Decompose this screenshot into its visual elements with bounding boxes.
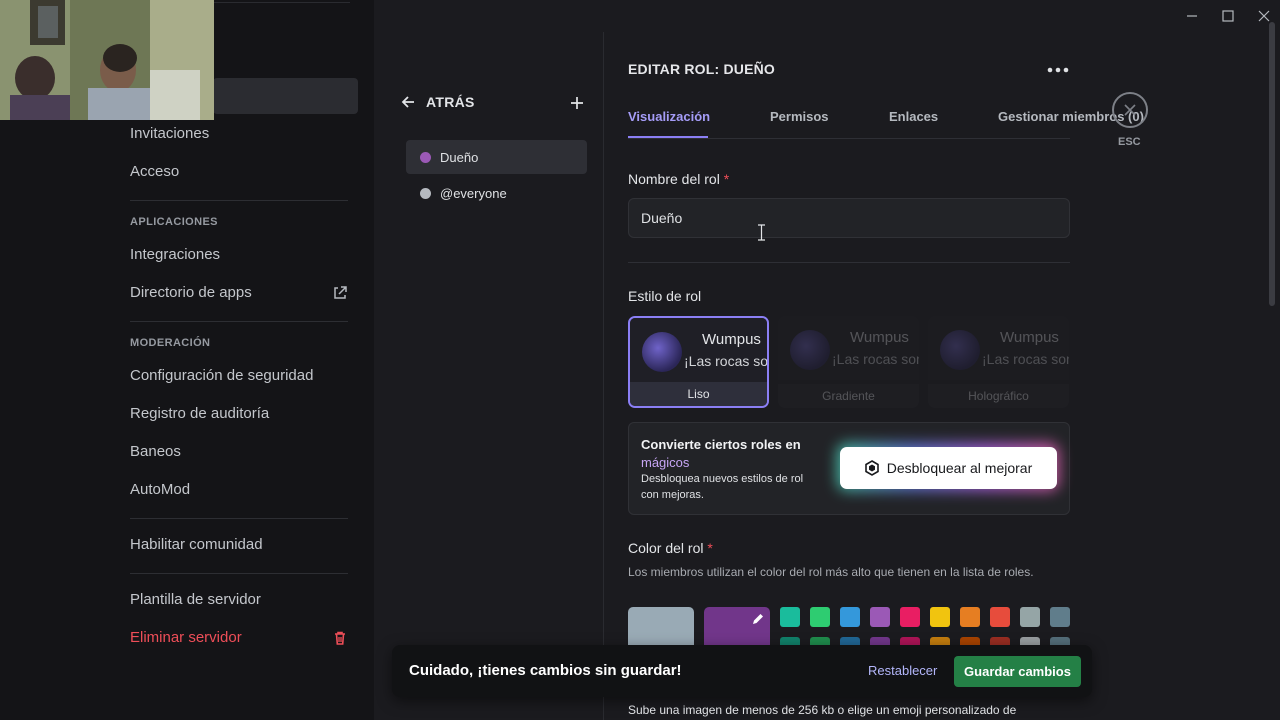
promo-title-text: Convierte ciertos roles en [641, 437, 801, 452]
unsaved-message: Cuidado, ¡tienes cambios sin guardar! [409, 662, 682, 679]
color-swatch[interactable] [1020, 607, 1040, 627]
pencil-icon [753, 614, 763, 624]
role-name-label-text: Nombre del rol [628, 171, 720, 187]
sidebar-item-invitations[interactable]: Invitaciones [130, 125, 209, 142]
required-mark: * [723, 171, 730, 187]
trash-icon[interactable] [332, 630, 348, 646]
style-option-label: Gradiente [778, 384, 919, 408]
role-name: Dueño [440, 149, 479, 165]
sidebar-item-server-template[interactable]: Plantilla de servidor [130, 591, 261, 608]
preview-message: ¡Las rocas son m [982, 351, 1069, 367]
text-cursor-icon [758, 224, 765, 241]
tab-links[interactable]: Enlaces [889, 109, 938, 124]
sidebar-divider [130, 518, 348, 519]
color-swatch[interactable] [780, 607, 800, 627]
role-color-description: Los miembros utilizan el color del rol m… [628, 565, 1034, 579]
back-label: ATRÁS [426, 94, 475, 110]
role-color-dot [420, 187, 431, 199]
sidebar-divider [130, 573, 348, 574]
sidebar-item-audit-log[interactable]: Registro de auditoría [130, 405, 269, 422]
wumpus-avatar [940, 330, 980, 370]
role-icon-hint: Sube una imagen de menos de 256 kb o eli… [628, 703, 1017, 717]
color-swatch[interactable] [810, 607, 830, 627]
sidebar-item-delete-server[interactable]: Eliminar servidor [130, 629, 242, 646]
webcam-overlay [0, 0, 214, 120]
sidebar-item-integrations[interactable]: Integraciones [130, 246, 220, 263]
active-tab-indicator [628, 136, 708, 138]
maximize-icon[interactable] [1220, 8, 1236, 24]
color-swatch[interactable] [930, 607, 950, 627]
boost-promo-card: Convierte ciertos roles en mágicos Desbl… [628, 422, 1070, 515]
save-changes-button[interactable]: Guardar cambios [954, 656, 1081, 687]
sidebar-item-access[interactable]: Acceso [130, 163, 179, 180]
sidebar-item-enable-community[interactable]: Habilitar comunidad [130, 536, 263, 553]
unsaved-changes-bar: Cuidado, ¡tienes cambios sin guardar! Re… [392, 645, 1092, 697]
role-color-dot [420, 151, 431, 163]
sidebar-item-safety-setup[interactable]: Configuración de seguridad [130, 367, 313, 384]
color-swatch[interactable] [870, 607, 890, 627]
sidebar-item-automod[interactable]: AutoMod [130, 481, 190, 498]
unlock-button-label: Desbloquear al mejorar [886, 460, 1033, 476]
boost-gem-icon [864, 460, 879, 476]
sidebar-divider [213, 2, 350, 3]
style-option-label: Holográfico [928, 384, 1069, 408]
minimize-icon[interactable] [1184, 8, 1200, 24]
promo-title-magic: mágicos [641, 455, 690, 470]
tab-display[interactable]: Visualización [628, 109, 710, 124]
preview-username: Wumpus [702, 331, 761, 348]
preview-username: Wumpus [1000, 329, 1059, 346]
color-swatch[interactable] [960, 607, 980, 627]
preview-message: ¡Las rocas son m [684, 353, 769, 369]
more-options-icon[interactable] [1045, 60, 1071, 80]
style-preview: Wumpus ¡Las rocas son m [630, 318, 767, 382]
sidebar-item-bans[interactable]: Baneos [130, 443, 181, 460]
external-link-icon [334, 286, 347, 299]
color-swatch[interactable] [990, 607, 1010, 627]
close-button[interactable] [1112, 92, 1148, 128]
promo-subtitle: Desbloquea nuevos estilos de rol con mej… [641, 473, 804, 501]
role-color-label: Color del rol * [628, 540, 713, 556]
role-color-label-text: Color del rol [628, 540, 704, 556]
add-role-icon[interactable] [568, 94, 586, 112]
section-divider [628, 262, 1070, 263]
sidebar-section-apps: APLICACIONES [130, 216, 218, 228]
unlock-with-boost-button[interactable]: Desbloquear al mejorar [840, 447, 1057, 489]
required-mark: * [707, 540, 713, 556]
webcam-image [0, 0, 214, 120]
arrow-left-icon [401, 96, 414, 108]
role-name: @everyone [440, 185, 507, 201]
style-preview: Wumpus ¡Las rocas son m [778, 316, 919, 380]
style-preview: Wumpus ¡Las rocas son m [928, 316, 1069, 380]
editor-tabs: Visualización Permisos Enlaces Gestionar… [628, 108, 1144, 139]
role-style-label: Estilo de rol [628, 288, 702, 304]
page-title: EDITAR ROL: DUEÑO [628, 61, 776, 77]
color-swatch[interactable] [1050, 607, 1070, 627]
reset-button[interactable]: Restablecer [868, 663, 937, 678]
preview-message: ¡Las rocas son m [832, 351, 919, 367]
esc-label: ESC [1118, 136, 1141, 148]
role-list-item[interactable]: Dueño [406, 140, 587, 174]
promo-title: Convierte ciertos roles en mágicos [641, 436, 821, 472]
sidebar-item-roles-selected[interactable] [213, 78, 358, 114]
style-option-solid[interactable]: Wumpus ¡Las rocas son m Liso [628, 316, 769, 408]
color-swatch[interactable] [840, 607, 860, 627]
scrollbar[interactable] [1269, 22, 1275, 306]
style-option-gradient[interactable]: Wumpus ¡Las rocas son m Gradiente [778, 316, 919, 408]
role-name-label: Nombre del rol * [628, 171, 729, 187]
sidebar-item-app-directory[interactable]: Directorio de apps [130, 284, 252, 301]
close-icon [1124, 104, 1136, 116]
style-option-holographic[interactable]: Wumpus ¡Las rocas son m Holográfico [928, 316, 1069, 408]
color-swatch[interactable] [900, 607, 920, 627]
preview-username: Wumpus [850, 329, 909, 346]
sidebar-section-moderation: MODERACIÓN [130, 337, 211, 349]
role-name-input[interactable]: Dueño [628, 198, 1070, 238]
role-list-item[interactable]: @everyone [406, 176, 587, 210]
style-option-label: Liso [630, 382, 767, 406]
wumpus-avatar [642, 332, 682, 372]
sidebar-divider [130, 200, 348, 201]
sidebar-divider [130, 321, 348, 322]
wumpus-avatar [790, 330, 830, 370]
back-button[interactable]: ATRÁS [400, 94, 475, 110]
tab-permissions[interactable]: Permisos [770, 109, 829, 124]
